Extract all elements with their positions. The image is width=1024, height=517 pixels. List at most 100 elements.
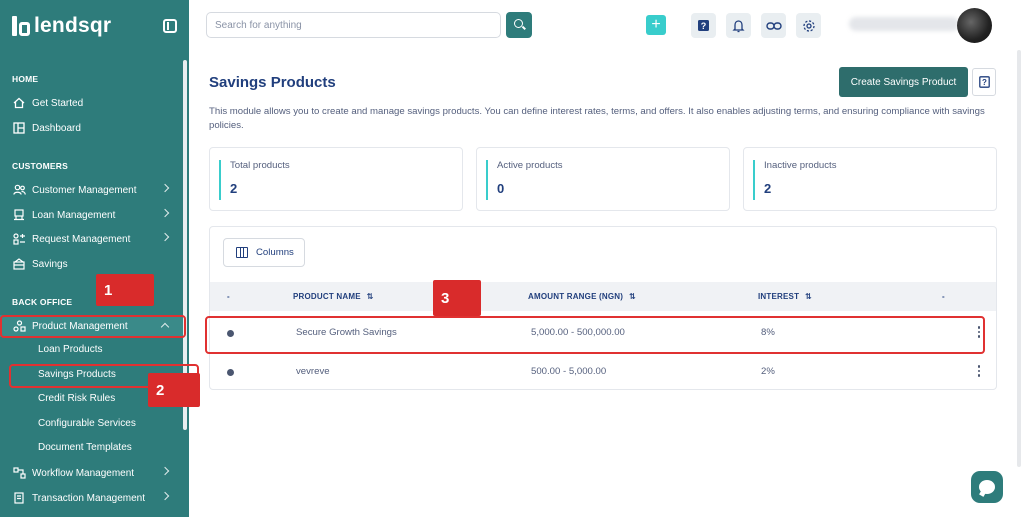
status-dot: [227, 369, 234, 376]
sidebar-item-transaction-management[interactable]: Transaction Management: [0, 487, 183, 509]
search-button[interactable]: [506, 12, 532, 38]
search-box: [206, 12, 501, 38]
columns-icon: [236, 247, 248, 258]
stat-card-total: Total products 2: [209, 147, 463, 211]
bank-icon: [12, 208, 26, 222]
sidebar-item-label: Savings: [32, 258, 68, 270]
notifications-button[interactable]: [726, 13, 751, 38]
help-button[interactable]: ?: [691, 13, 716, 38]
header-actions: -: [942, 292, 945, 301]
stat-value: 2: [764, 181, 772, 196]
products-table: Columns - PRODUCT NAME ⇅ AMOUNT RANGE (NG…: [209, 226, 997, 390]
table-row[interactable]: vevreve 500.00 - 5,000.00 2%: [210, 353, 996, 391]
users-icon: [12, 183, 26, 197]
workflow-icon: [12, 466, 26, 480]
chevron-right-icon: [160, 232, 170, 242]
sidebar-item-label: Dashboard: [32, 122, 81, 134]
brand-name: lendsqr: [34, 14, 112, 37]
sidebar-item-workflow-management[interactable]: Workflow Management: [0, 462, 183, 484]
link-button[interactable]: [761, 13, 786, 38]
sidebar-subitem-document-templates[interactable]: Document Templates: [38, 439, 132, 457]
page-scrollbar[interactable]: [1017, 50, 1021, 467]
annotation-badge-2: 2: [148, 373, 200, 407]
section-home: HOME: [12, 74, 39, 84]
transaction-icon: [12, 491, 26, 505]
create-savings-product-button[interactable]: Create Savings Product: [839, 67, 968, 97]
sidebar-item-savings[interactable]: Savings: [0, 253, 183, 275]
sidebar-collapse-icon[interactable]: [163, 19, 177, 33]
sidebar-item-customer-management[interactable]: Customer Management: [0, 179, 183, 201]
bell-icon: [732, 19, 745, 32]
request-icon: [12, 232, 26, 246]
header-product-name[interactable]: PRODUCT NAME ⇅: [293, 282, 374, 311]
sidebar-item-loan-management[interactable]: Loan Management: [0, 204, 183, 226]
stat-value: 0: [497, 181, 505, 196]
annotation-badge-1: 1: [96, 274, 154, 306]
brand-logo[interactable]: lendsqr: [12, 14, 111, 38]
stat-label: Total products: [230, 160, 290, 171]
page-help-button[interactable]: ?: [972, 68, 996, 96]
chat-button[interactable]: [971, 471, 1003, 503]
columns-label: Columns: [256, 247, 294, 258]
sidebar-item-label: Loan Management: [32, 209, 116, 221]
savings-icon: [12, 257, 26, 271]
sidebar-item-request-management[interactable]: Request Management: [0, 228, 183, 250]
header-amount-range[interactable]: AMOUNT RANGE (NGN) ⇅: [528, 282, 636, 311]
header-label: AMOUNT RANGE (NGN): [528, 292, 624, 301]
chevron-right-icon: [160, 183, 170, 193]
main-content: Savings Products Create Savings Product …: [189, 50, 1024, 517]
logo-icon: [12, 16, 30, 36]
header-label: PRODUCT NAME: [293, 292, 361, 301]
sidebar-item-label: Customer Management: [32, 184, 137, 196]
page-title: Savings Products: [209, 74, 336, 91]
kebab-menu-icon[interactable]: [977, 365, 981, 379]
avatar[interactable]: [957, 8, 992, 43]
stat-label: Active products: [497, 160, 563, 171]
chevron-right-icon: [160, 491, 170, 501]
sidebar-item-get-started[interactable]: Get Started: [0, 92, 183, 114]
sidebar-subitem-credit-risk-rules[interactable]: Credit Risk Rules: [38, 390, 115, 408]
page-description: This module allows you to create and man…: [209, 106, 985, 131]
header-interest[interactable]: INTEREST ⇅: [758, 282, 812, 311]
stat-label: Inactive products: [764, 160, 837, 171]
search-icon: [514, 19, 523, 28]
card-accent: [219, 160, 221, 200]
help-icon: ?: [978, 76, 990, 88]
sidebar-subitem-configurable-services[interactable]: Configurable Services: [38, 415, 136, 433]
sidebar-item-label: Workflow Management: [32, 467, 135, 479]
sort-icon[interactable]: ⇅: [805, 282, 812, 311]
gear-icon: [802, 19, 815, 32]
sidebar-item-dashboard[interactable]: Dashboard: [0, 117, 183, 139]
topbar: + ?: [189, 0, 1024, 50]
user-name-redacted: [849, 17, 959, 31]
columns-button[interactable]: Columns: [223, 238, 305, 267]
annotation-box-product-management: [0, 315, 186, 338]
dashboard-icon: [12, 121, 26, 135]
search-input[interactable]: [207, 13, 500, 37]
annotation-badge-3: 3: [433, 280, 481, 316]
sort-icon[interactable]: ⇅: [367, 282, 374, 311]
section-customers: CUSTOMERS: [12, 161, 68, 171]
header-status: -: [227, 292, 230, 301]
add-button[interactable]: +: [646, 15, 666, 35]
settings-button[interactable]: [796, 13, 821, 38]
cell-product-name: vevreve: [296, 366, 330, 377]
sort-icon[interactable]: ⇅: [629, 282, 636, 311]
chevron-right-icon: [160, 208, 170, 218]
help-icon: ?: [698, 20, 709, 31]
svg-text:?: ?: [982, 78, 987, 87]
cell-interest: 2%: [761, 366, 775, 377]
sidebar-item-label: Get Started: [32, 97, 84, 109]
sidebar-subitem-loan-products[interactable]: Loan Products: [38, 341, 103, 359]
stat-card-inactive: Inactive products 2: [743, 147, 997, 211]
link-icon: [765, 21, 782, 30]
card-accent: [486, 160, 488, 200]
cell-amount-range: 500.00 - 5,000.00: [531, 366, 607, 377]
sidebar-item-label: Request Management: [32, 233, 131, 245]
card-accent: [753, 160, 755, 200]
sidebar: lendsqr HOME Get Started Dashboard CUSTO…: [0, 0, 189, 517]
section-back-office: BACK OFFICE: [12, 297, 73, 307]
header-label: INTEREST: [758, 292, 800, 301]
stat-card-active: Active products 0: [476, 147, 730, 211]
home-icon: [12, 96, 26, 110]
